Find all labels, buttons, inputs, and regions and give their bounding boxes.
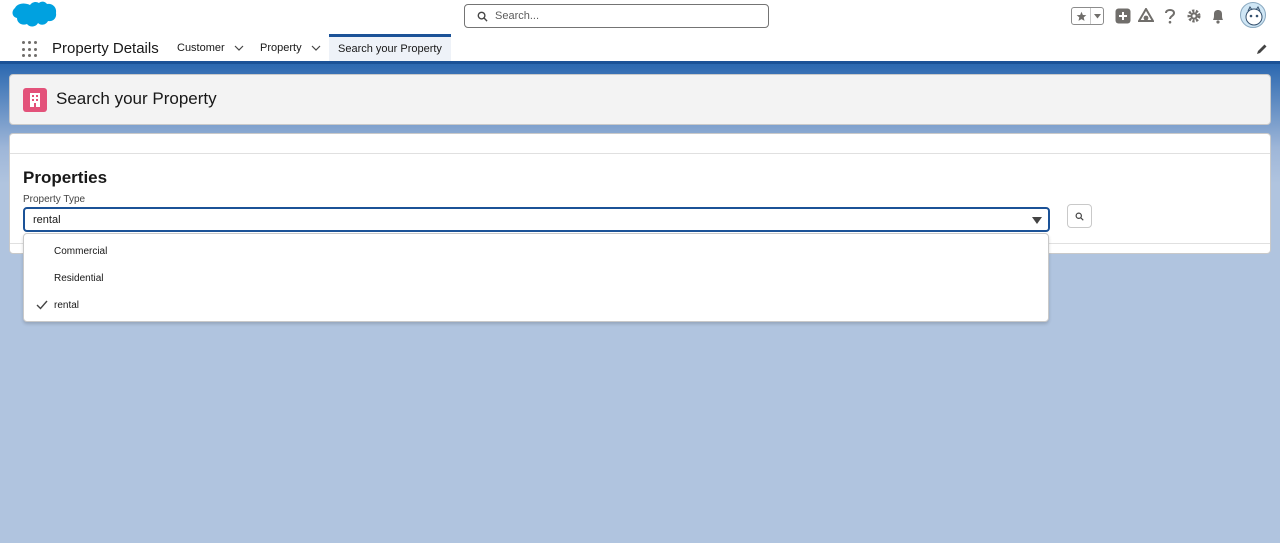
- property-type-label: Property Type: [23, 194, 86, 205]
- tab-customer-label: Customer: [177, 41, 225, 54]
- help-icon[interactable]: [1161, 7, 1179, 25]
- check-icon: [36, 300, 48, 310]
- app-launcher-icon[interactable]: [22, 41, 39, 58]
- building-icon: [23, 88, 47, 112]
- bell-icon[interactable]: [1209, 7, 1227, 25]
- page-title: Search your Property: [56, 89, 217, 108]
- favorites-star-icon[interactable]: [1072, 8, 1091, 24]
- gear-icon[interactable]: [1185, 7, 1203, 25]
- option-label: Residential: [54, 273, 104, 284]
- tab-search-your-property[interactable]: Search your Property: [329, 34, 451, 61]
- tab-search-your-property-label: Search your Property: [338, 43, 442, 55]
- user-avatar[interactable]: [1240, 2, 1266, 28]
- option-commercial[interactable]: Commercial: [24, 238, 1048, 265]
- property-type-value: rental: [33, 213, 61, 226]
- properties-inner-card: Properties Property Type rental: [10, 153, 1270, 244]
- option-label: rental: [54, 300, 80, 311]
- app-nav-bar: Property Details Customer Property Searc…: [0, 34, 1280, 64]
- option-label: Commercial: [54, 246, 108, 257]
- search-button[interactable]: [1067, 204, 1092, 228]
- edit-nav-pencil-icon[interactable]: [1256, 43, 1268, 55]
- global-header: Search...: [0, 0, 1280, 34]
- property-type-combobox[interactable]: rental: [23, 207, 1050, 232]
- salesforce-logo[interactable]: [11, 1, 57, 32]
- option-residential[interactable]: Residential: [24, 265, 1048, 292]
- option-rental[interactable]: rental: [24, 292, 1048, 319]
- add-icon[interactable]: [1114, 7, 1132, 25]
- app-name: Property Details: [52, 40, 159, 57]
- search-icon: [1075, 212, 1084, 221]
- trailhead-icon[interactable]: [1137, 7, 1155, 25]
- card-title: Properties: [23, 168, 108, 187]
- global-search-input[interactable]: Search...: [464, 4, 769, 28]
- favorites-button-group[interactable]: [1071, 7, 1104, 25]
- search-icon: [477, 11, 488, 22]
- property-type-listbox: Commercial Residential rental: [23, 233, 1049, 322]
- chevron-down-icon[interactable]: [234, 43, 244, 53]
- tab-customer[interactable]: Customer: [177, 34, 244, 61]
- search-placeholder: Search...: [495, 10, 540, 22]
- tab-property[interactable]: Property: [260, 34, 321, 61]
- chevron-down-icon[interactable]: [311, 43, 321, 53]
- page-header: Search your Property: [9, 74, 1271, 125]
- caret-down-icon[interactable]: [1032, 217, 1042, 225]
- tab-property-label: Property: [260, 41, 302, 54]
- chevron-down-icon[interactable]: [1091, 8, 1103, 24]
